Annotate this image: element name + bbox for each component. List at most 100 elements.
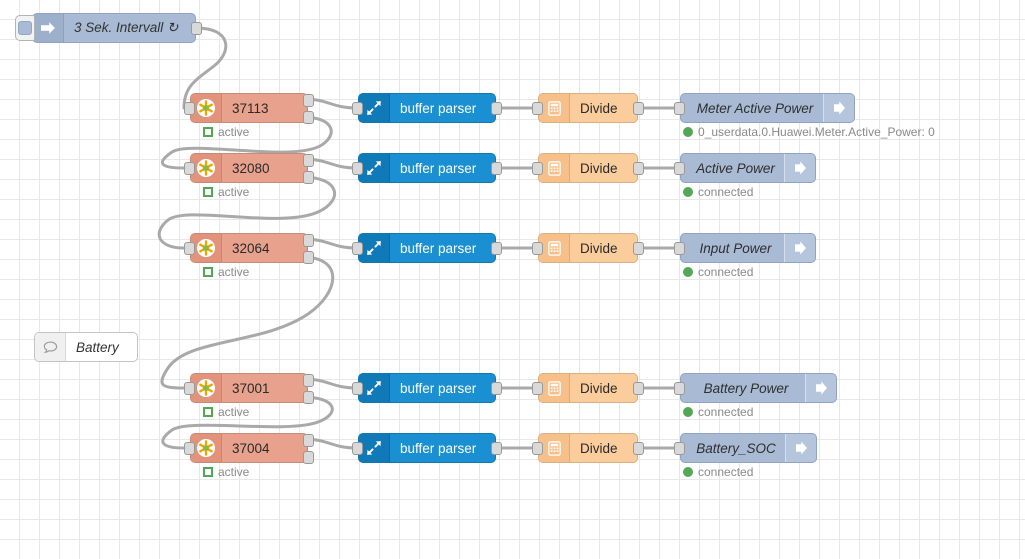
modbus-output-port-2[interactable] xyxy=(303,391,314,404)
iobroker-out-node[interactable]: Battery Power xyxy=(674,373,837,403)
status-indicator-dot xyxy=(683,467,693,477)
buffer-parser-node[interactable]: buffer parser xyxy=(352,233,502,263)
buffer-parser-output-port[interactable] xyxy=(491,442,502,455)
buffer-parser-label: buffer parser xyxy=(400,240,477,256)
divide-node[interactable]: Divide xyxy=(532,233,644,263)
divide-node[interactable]: Divide xyxy=(532,433,644,463)
modbus-flexgetter-icon xyxy=(191,374,222,402)
modbus-node[interactable]: 32064 xyxy=(184,233,314,264)
iobroker-out-input-port[interactable] xyxy=(674,242,685,255)
iobroker-out-input-port[interactable] xyxy=(674,382,685,395)
modbus-output-port-1[interactable] xyxy=(303,374,314,387)
buffer-parser-node[interactable]: buffer parser xyxy=(352,153,502,183)
modbus-node-label: 32064 xyxy=(232,240,270,256)
modbus-output-port-2[interactable] xyxy=(303,251,314,264)
status-badge: active xyxy=(203,405,249,419)
divide-input-port[interactable] xyxy=(532,382,543,395)
modbus-input-port[interactable] xyxy=(184,442,195,455)
iobroker-out-label: Battery_SOC xyxy=(696,440,776,456)
inject-trigger-button[interactable] xyxy=(15,15,35,41)
expand-arrows-icon xyxy=(359,94,390,122)
iobroker-out-label: Input Power xyxy=(699,240,772,256)
buffer-parser-input-port[interactable] xyxy=(352,442,363,455)
iobroker-out-input-port[interactable] xyxy=(674,102,685,115)
divide-node-label: Divide xyxy=(580,160,618,176)
iobroker-out-node[interactable]: Battery_SOC xyxy=(674,433,817,463)
comment-node-label: Battery xyxy=(76,339,119,355)
modbus-output-port-1[interactable] xyxy=(303,434,314,447)
buffer-parser-label: buffer parser xyxy=(400,160,477,176)
iobroker-out-input-port[interactable] xyxy=(674,442,685,455)
buffer-parser-node[interactable]: buffer parser xyxy=(352,373,502,403)
divide-output-port[interactable] xyxy=(633,162,644,175)
divide-node[interactable]: Divide xyxy=(532,93,644,123)
buffer-parser-label: buffer parser xyxy=(400,440,477,456)
iobroker-out-arrow-icon xyxy=(784,234,815,262)
divide-node-label: Divide xyxy=(580,440,618,456)
divide-output-port[interactable] xyxy=(633,102,644,115)
status-indicator-square xyxy=(203,467,213,477)
status-text: active xyxy=(218,185,250,199)
modbus-output-port-1[interactable] xyxy=(303,154,314,167)
modbus-node[interactable]: 37001 xyxy=(184,373,314,404)
buffer-parser-node[interactable]: buffer parser xyxy=(352,433,502,463)
iobroker-out-arrow-icon xyxy=(785,434,816,462)
modbus-output-port-2[interactable] xyxy=(303,451,314,464)
divide-input-port[interactable] xyxy=(532,242,543,255)
divide-input-port[interactable] xyxy=(532,442,543,455)
divide-node[interactable]: Divide xyxy=(532,153,644,183)
modbus-output-port-1[interactable] xyxy=(303,234,314,247)
buffer-parser-output-port[interactable] xyxy=(491,162,502,175)
divide-input-port[interactable] xyxy=(532,102,543,115)
modbus-input-port[interactable] xyxy=(184,162,195,175)
iobroker-out-input-port[interactable] xyxy=(674,162,685,175)
modbus-output-port-2[interactable] xyxy=(303,171,314,184)
status-indicator-square xyxy=(203,127,213,137)
inject-node[interactable]: 3 Sek. Intervall ↻ xyxy=(15,13,202,43)
iobroker-out-node[interactable]: Input Power xyxy=(674,233,816,263)
divide-input-port[interactable] xyxy=(532,162,543,175)
calculator-icon xyxy=(539,154,570,182)
buffer-parser-input-port[interactable] xyxy=(352,382,363,395)
divide-output-port[interactable] xyxy=(633,382,644,395)
flow-canvas[interactable]: 3 Sek. Intervall ↻ Battery 37113 active … xyxy=(0,0,1025,559)
modbus-output-port-1[interactable] xyxy=(303,94,314,107)
buffer-parser-output-port[interactable] xyxy=(491,242,502,255)
status-indicator-square xyxy=(203,267,213,277)
iobroker-out-arrow-icon xyxy=(823,94,854,122)
buffer-parser-output-port[interactable] xyxy=(491,382,502,395)
status-badge: active xyxy=(203,185,249,199)
iobroker-out-node[interactable]: Meter Active Power xyxy=(674,93,855,123)
iobroker-out-label: Active Power xyxy=(696,160,775,176)
modbus-node[interactable]: 32080 xyxy=(184,153,314,184)
status-indicator-square xyxy=(203,407,213,417)
expand-arrows-icon xyxy=(359,234,390,262)
calculator-icon xyxy=(539,94,570,122)
buffer-parser-output-port[interactable] xyxy=(491,102,502,115)
status-badge: connected xyxy=(683,465,753,479)
expand-arrows-icon xyxy=(359,434,390,462)
iobroker-out-node[interactable]: Active Power xyxy=(674,153,816,183)
status-text: active xyxy=(218,125,250,139)
buffer-parser-input-port[interactable] xyxy=(352,102,363,115)
divide-output-port[interactable] xyxy=(633,442,644,455)
modbus-node[interactable]: 37004 xyxy=(184,433,314,464)
modbus-output-port-2[interactable] xyxy=(303,111,314,124)
buffer-parser-label: buffer parser xyxy=(400,100,477,116)
divide-output-port[interactable] xyxy=(633,242,644,255)
status-indicator-dot xyxy=(683,187,693,197)
status-text: connected xyxy=(698,185,754,199)
status-badge: active xyxy=(203,265,249,279)
buffer-parser-node[interactable]: buffer parser xyxy=(352,93,502,123)
status-text: active xyxy=(218,405,250,419)
modbus-input-port[interactable] xyxy=(184,102,195,115)
inject-output-port[interactable] xyxy=(191,22,202,35)
buffer-parser-input-port[interactable] xyxy=(352,242,363,255)
modbus-input-port[interactable] xyxy=(184,242,195,255)
modbus-node[interactable]: 37113 xyxy=(184,93,314,124)
comment-node[interactable]: Battery xyxy=(34,332,138,362)
modbus-input-port[interactable] xyxy=(184,382,195,395)
divide-node[interactable]: Divide xyxy=(532,373,644,403)
status-badge: active xyxy=(203,465,249,479)
buffer-parser-input-port[interactable] xyxy=(352,162,363,175)
